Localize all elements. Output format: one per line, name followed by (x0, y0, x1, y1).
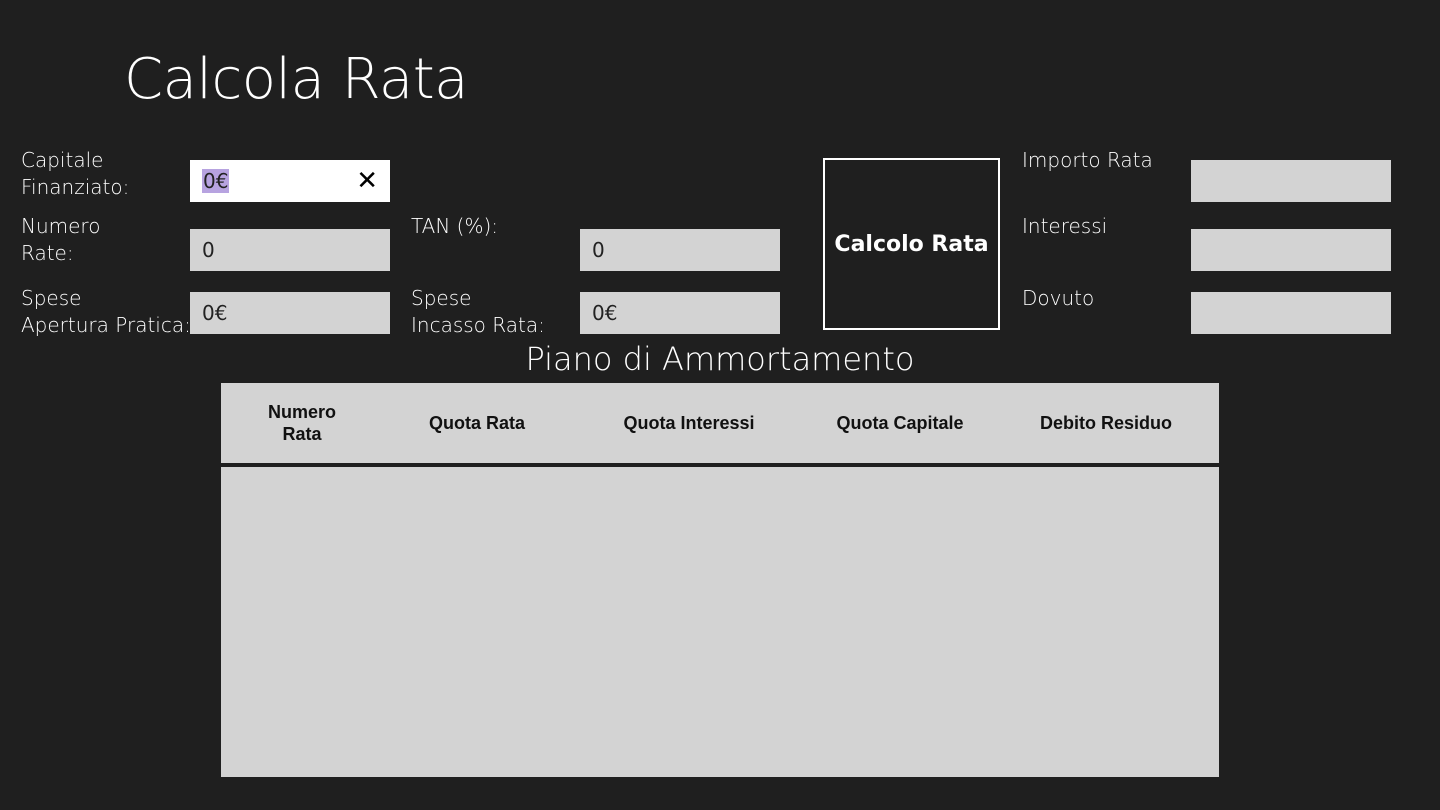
dovuto-label: Dovuto (1022, 286, 1095, 310)
column-header-debito-residuo[interactable]: Debito Residuo (993, 412, 1219, 434)
interessi-label: Interessi (1022, 214, 1108, 238)
spese-incasso-input[interactable]: 0€ (580, 292, 780, 334)
spese-apertura-label-line2: Apertura Pratica: (21, 313, 191, 337)
spese-apertura-label: Spese Apertura Pratica: (21, 285, 191, 339)
interessi-output (1191, 229, 1391, 271)
spese-incasso-label: Spese Incasso Rata: (411, 285, 545, 339)
spese-incasso-value: 0€ (592, 301, 618, 325)
numero-rate-label-line1: Numero (21, 214, 101, 238)
importo-rata-output (1191, 160, 1391, 202)
importo-rata-label: Importo Rata (1022, 148, 1153, 172)
spese-apertura-label-line1: Spese (21, 286, 82, 310)
numero-rate-label: Numero Rate: (21, 213, 100, 267)
column-header-numero-rata[interactable]: Numero Rata (221, 401, 383, 445)
spese-apertura-input[interactable]: 0€ (190, 292, 390, 334)
page-title: Calcola Rata (124, 47, 468, 112)
close-icon[interactable]: ✕ (356, 168, 378, 194)
dovuto-output (1191, 292, 1391, 334)
tan-value: 0 (592, 238, 605, 262)
table-header: Numero Rata Quota Rata Quota Interessi Q… (221, 383, 1219, 463)
calcolo-rata-button[interactable]: Calcolo Rata (823, 158, 1000, 330)
column-header-quota-rata[interactable]: Quota Rata (383, 412, 571, 434)
capitale-label: Capitale Finanziato: (21, 147, 129, 201)
numero-rate-label-line2: Rate: (21, 241, 74, 265)
capitale-label-line2: Finanziato: (21, 175, 130, 199)
capitale-label-line1: Capitale (21, 148, 104, 172)
capitale-input[interactable]: 0€ ✕ (190, 160, 390, 202)
tan-label: TAN (%): (411, 214, 499, 238)
piano-title: Piano di Ammortamento (525, 340, 915, 378)
numero-rate-input[interactable]: 0 (190, 229, 390, 271)
spese-incasso-label-line2: Incasso Rata: (411, 313, 545, 337)
tan-input[interactable]: 0 (580, 229, 780, 271)
column-header-numero-rata-line1: Numero (267, 402, 336, 422)
spese-apertura-value: 0€ (202, 301, 228, 325)
column-header-numero-rata-line2: Rata (282, 424, 322, 444)
capitale-value: 0€ (202, 169, 230, 193)
ammortamento-table[interactable]: Numero Rata Quota Rata Quota Interessi Q… (221, 383, 1219, 777)
numero-rate-value: 0 (202, 238, 215, 262)
column-header-quota-capitale[interactable]: Quota Capitale (807, 412, 993, 434)
spese-incasso-label-line1: Spese (411, 286, 472, 310)
column-header-quota-interessi[interactable]: Quota Interessi (571, 412, 807, 434)
table-header-divider (221, 463, 1219, 467)
